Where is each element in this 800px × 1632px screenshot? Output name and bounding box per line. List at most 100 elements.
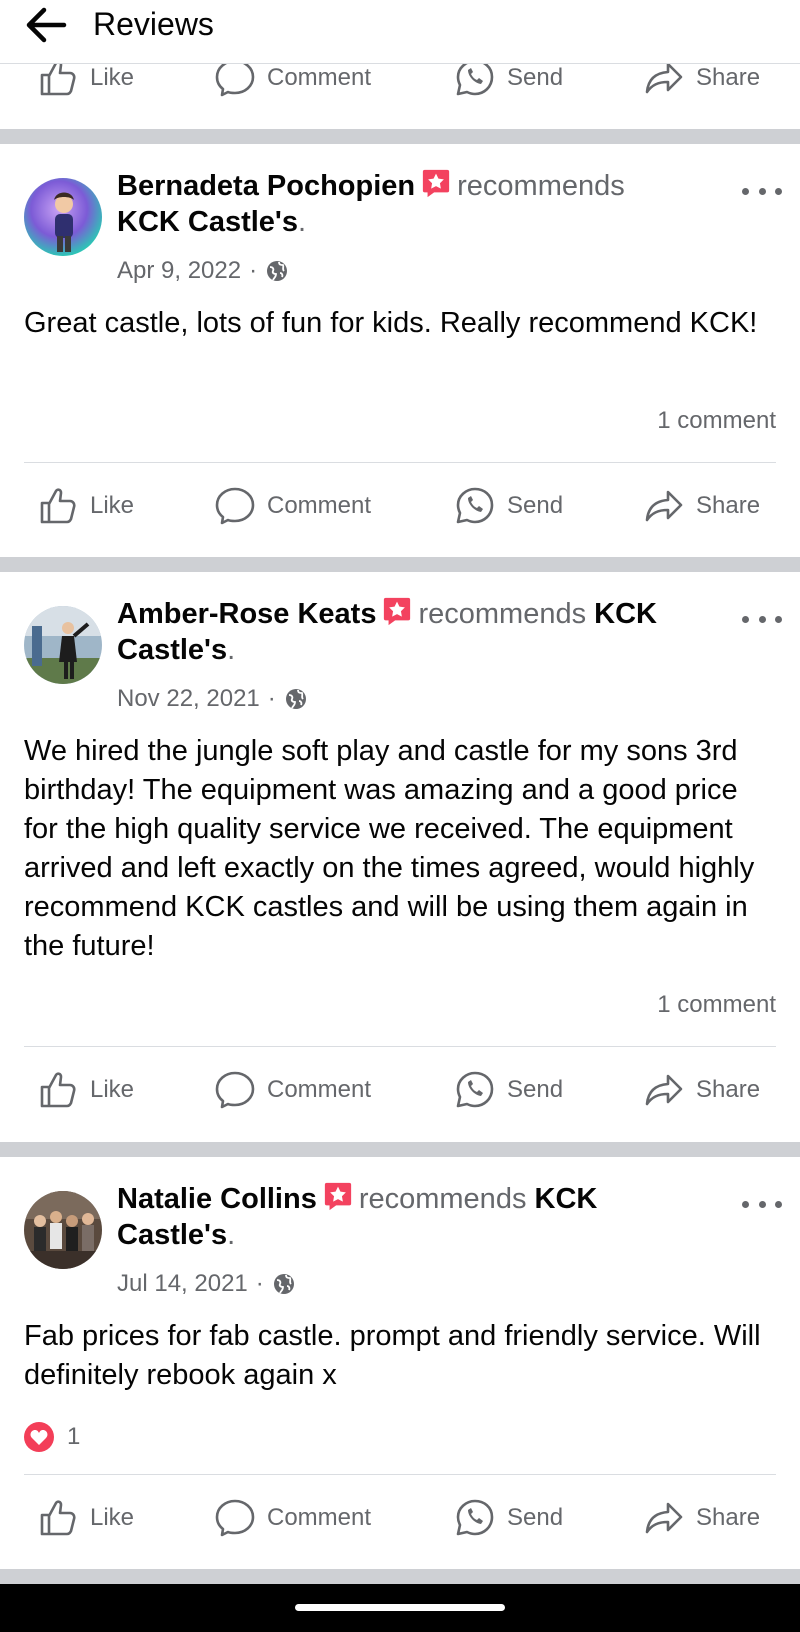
love-reaction-icon xyxy=(24,1422,54,1452)
comment-button[interactable]: Comment xyxy=(215,1486,371,1550)
comment-label: Comment xyxy=(267,492,372,519)
review-post: Bernadeta Pochopien recommends KCK Castle'… xyxy=(0,144,800,557)
page-name[interactable]: KCK Castle's xyxy=(117,206,298,238)
reaction-summary[interactable]: 1 xyxy=(23,1421,80,1453)
separator xyxy=(24,1046,776,1047)
share-label: Share xyxy=(696,1504,761,1531)
avatar[interactable] xyxy=(24,1191,102,1269)
messenger-icon xyxy=(455,486,495,526)
globe-icon xyxy=(265,259,289,283)
comment-label: Comment xyxy=(267,1504,372,1531)
more-options-icon[interactable] xyxy=(742,607,782,631)
action-bar: Like Comment Send Share xyxy=(0,474,800,538)
like-button[interactable]: Like xyxy=(38,1486,134,1550)
recommendation-badge-icon xyxy=(421,168,451,198)
review-post: Amber-Rose Keats recommends KCK Castle's.… xyxy=(0,572,800,1142)
post-date[interactable]: Apr 9, 2022 xyxy=(117,256,241,286)
post-header: Natalie Collins recommends KCK Castle's. xyxy=(117,1181,598,1251)
messenger-icon xyxy=(455,58,495,98)
author-name[interactable]: Amber-Rose Keats xyxy=(117,598,376,630)
post-divider xyxy=(0,1569,800,1584)
separator xyxy=(24,462,776,463)
post-meta: Nov 22, 2021 · xyxy=(117,684,308,714)
share-icon xyxy=(644,58,684,98)
share-label: Share xyxy=(696,1076,761,1103)
comment-icon xyxy=(215,1070,255,1110)
action-bar: Like Comment Send Share xyxy=(0,1486,800,1550)
send-label: Send xyxy=(507,1076,564,1103)
send-label: Send xyxy=(507,492,564,519)
like-label: Like xyxy=(90,1504,135,1531)
comment-button[interactable]: Comment xyxy=(215,474,371,538)
home-indicator[interactable] xyxy=(295,1604,505,1611)
like-label: Like xyxy=(90,492,135,519)
messenger-icon xyxy=(455,1070,495,1110)
avatar[interactable] xyxy=(24,606,102,684)
action-bar: Like Comment Send Share xyxy=(0,1058,800,1122)
share-button[interactable]: Share xyxy=(644,1486,760,1550)
share-label: Share xyxy=(696,64,761,91)
page-title: Reviews xyxy=(93,6,214,42)
globe-icon xyxy=(272,1272,296,1296)
share-button[interactable]: Share xyxy=(644,474,760,538)
globe-icon xyxy=(284,687,308,711)
comment-icon xyxy=(215,486,255,526)
comment-icon xyxy=(215,58,255,98)
share-button[interactable]: Share xyxy=(644,1058,760,1122)
comment-count[interactable]: 1 comment xyxy=(657,990,776,1020)
post-divider xyxy=(0,557,800,572)
post-header: Bernadeta Pochopien recommends KCK Castle'… xyxy=(117,168,625,238)
post-divider xyxy=(0,1142,800,1157)
more-options-icon[interactable] xyxy=(742,179,782,203)
share-label: Share xyxy=(696,492,761,519)
meta-separator: · xyxy=(249,257,258,284)
send-label: Send xyxy=(507,1504,564,1531)
recommendation-badge-icon xyxy=(323,1181,353,1211)
messenger-icon xyxy=(455,1498,495,1538)
send-label: Send xyxy=(507,64,564,91)
send-button[interactable]: Send xyxy=(455,474,563,538)
comment-count[interactable]: 1 comment xyxy=(657,406,776,436)
send-button[interactable]: Send xyxy=(455,1486,563,1550)
meta-separator: · xyxy=(255,1270,264,1297)
meta-separator: · xyxy=(267,685,276,712)
separator xyxy=(24,1474,776,1475)
like-button[interactable]: Like xyxy=(38,474,134,538)
top-header: Reviews xyxy=(0,0,800,64)
more-options-icon[interactable] xyxy=(742,1192,782,1216)
review-text: Great castle, lots of fun for kids. Real… xyxy=(24,307,758,339)
recommendation-badge-icon xyxy=(382,596,412,626)
like-icon xyxy=(38,1070,78,1110)
recommends-text: recommends xyxy=(358,1183,527,1215)
reaction-count: 1 xyxy=(67,1423,81,1450)
share-icon xyxy=(644,486,684,526)
like-icon xyxy=(38,58,78,98)
system-navigation-bar xyxy=(0,1584,800,1632)
post-date[interactable]: Nov 22, 2021 xyxy=(117,684,260,714)
post-header: Amber-Rose Keats recommends KCK Castle's. xyxy=(117,596,658,666)
comment-button[interactable]: Comment xyxy=(215,1058,371,1122)
like-icon xyxy=(38,486,78,526)
recommends-text: recommends xyxy=(457,170,625,202)
avatar[interactable] xyxy=(24,178,102,256)
like-label: Like xyxy=(90,64,135,91)
post-date[interactable]: Jul 14, 2021 xyxy=(117,1269,248,1299)
comment-label: Comment xyxy=(267,1076,372,1103)
share-icon xyxy=(644,1498,684,1538)
post-meta: Apr 9, 2022 · xyxy=(117,256,289,286)
post-meta: Jul 14, 2021 · xyxy=(117,1269,296,1299)
like-icon xyxy=(38,1498,78,1538)
recommends-text: recommends xyxy=(418,598,587,630)
comment-label: Comment xyxy=(267,64,372,91)
review-post: Natalie Collins recommends KCK Castle's. … xyxy=(0,1157,800,1569)
post-divider xyxy=(0,129,800,144)
author-name[interactable]: Bernadeta Pochopien xyxy=(117,170,415,202)
review-text: Fab prices for fab castle. prompt and fr… xyxy=(24,1320,761,1391)
like-button[interactable]: Like xyxy=(38,1058,134,1122)
author-name[interactable]: Natalie Collins xyxy=(117,1183,317,1215)
review-text: We hired the jungle soft play and castle… xyxy=(24,735,755,962)
send-button[interactable]: Send xyxy=(455,1058,563,1122)
back-arrow-icon[interactable] xyxy=(20,2,72,48)
comment-icon xyxy=(215,1498,255,1538)
share-icon xyxy=(644,1070,684,1110)
